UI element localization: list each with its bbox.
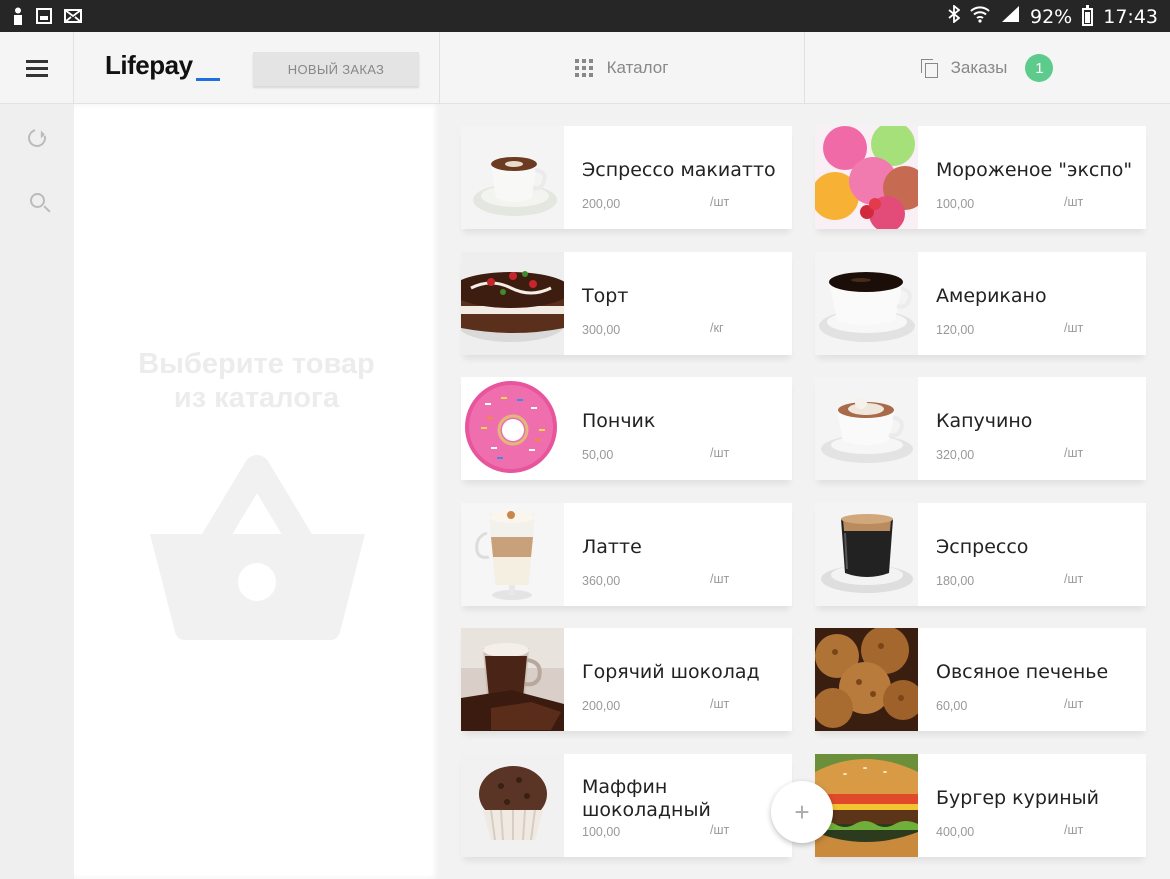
product-card[interactable]: Эспрессо 180,00 /шт	[815, 503, 1146, 606]
product-unit: /шт	[1064, 823, 1084, 837]
product-unit: /шт	[1064, 572, 1084, 586]
product-name: Маффин шоколадный	[582, 775, 711, 821]
product-unit: /шт	[1064, 321, 1084, 335]
product-name: Горячий шоколад	[582, 661, 760, 683]
product-card[interactable]: Овсяное печенье 60,00 /шт	[815, 628, 1146, 731]
clock: 17:43	[1103, 5, 1158, 28]
add-product-button[interactable]: +	[771, 781, 833, 843]
bluetooth-icon	[948, 4, 961, 28]
product-price: 300,00	[582, 323, 621, 337]
hot-chocolate-image	[461, 628, 564, 731]
product-card[interactable]: Мороженое "экспо" 100,00 /шт	[815, 126, 1146, 229]
product-name: Овсяное печенье	[936, 661, 1109, 683]
product-unit: /шт	[710, 572, 730, 586]
product-price: 180,00	[936, 574, 975, 588]
empty-message-line1: Выберите товар	[138, 348, 375, 380]
hamburger-icon	[25, 60, 48, 77]
product-unit: /шт	[1064, 195, 1084, 209]
oatmeal-cookies-image	[815, 628, 918, 731]
product-card[interactable]: Латте 360,00 /шт	[461, 503, 792, 606]
battery-icon	[1082, 4, 1094, 26]
logo: Lifepay	[105, 50, 193, 80]
product-card[interactable]: Эспрессо макиатто 200,00 /шт	[461, 126, 792, 229]
product-card[interactable]: Американо 120,00 /шт	[815, 252, 1146, 355]
product-unit: /шт	[710, 823, 730, 837]
product-price: 50,00	[582, 448, 614, 462]
product-card[interactable]: Бургер куриный 400,00 /шт	[815, 754, 1146, 857]
product-price: 200,00	[582, 699, 621, 713]
product-name: Эспрессо	[936, 536, 1029, 558]
product-name: Капучино	[936, 410, 1033, 432]
product-card[interactable]: Пончик 50,00 /шт	[461, 377, 792, 480]
product-name: Латте	[582, 536, 642, 558]
product-price: 100,00	[936, 197, 975, 211]
product-unit: /шт	[1064, 446, 1084, 460]
signal-icon	[1000, 5, 1020, 28]
cappuccino-image	[815, 377, 918, 480]
basket-icon	[150, 455, 365, 640]
tab-orders-label: Заказы	[950, 58, 1008, 77]
product-card[interactable]: Торт 300,00 /кг	[461, 252, 792, 355]
product-name: Мороженое "экспо"	[936, 159, 1133, 181]
product-unit: /кг	[710, 321, 724, 335]
product-name: Бургер куриный	[936, 787, 1100, 809]
catalog-grid: Эспрессо макиатто 200,00 /шт Мороженое "…	[439, 104, 1170, 879]
empty-message-line2: из каталога	[173, 382, 340, 414]
copy-icon	[920, 59, 938, 78]
product-price: 400,00	[936, 825, 975, 839]
orders-count-badge: 1	[1025, 54, 1054, 82]
product-name: Американо	[936, 285, 1047, 307]
logo-underscore	[196, 78, 220, 81]
chocolate-muffin-image	[461, 754, 564, 857]
product-card[interactable]: Горячий шоколад 200,00 /шт	[461, 628, 792, 731]
product-card[interactable]: Маффин шоколадный 100,00 /шт	[461, 754, 792, 857]
product-unit: /шт	[710, 697, 730, 711]
refresh-icon	[24, 125, 50, 151]
wifi-icon	[970, 5, 990, 28]
product-unit: /шт	[1064, 697, 1084, 711]
product-name: Пончик	[582, 410, 656, 432]
americano-image	[815, 252, 918, 355]
latte-image	[461, 503, 564, 606]
product-price: 360,00	[582, 574, 621, 588]
person-icon	[12, 7, 24, 30]
new-order-button[interactable]: НОВЫЙ ЗАКАЗ	[253, 52, 419, 86]
battery-percent: 92%	[1030, 5, 1073, 28]
empty-order-message: Выберите товар из каталога	[74, 347, 439, 415]
product-name: Эспрессо макиатто	[582, 159, 776, 181]
donut-image	[461, 377, 564, 480]
side-rail	[0, 104, 74, 879]
product-price: 100,00	[582, 825, 621, 839]
grid-icon	[574, 59, 593, 77]
product-price: 60,00	[936, 699, 968, 713]
search-icon	[29, 192, 45, 208]
espresso-image	[815, 503, 918, 606]
product-price: 320,00	[936, 448, 975, 462]
product-price: 120,00	[936, 323, 975, 337]
product-card[interactable]: Капучино 320,00 /шт	[815, 377, 1146, 480]
cake-image	[461, 252, 564, 355]
refresh-button[interactable]	[24, 125, 50, 151]
espresso-macchiato-image	[461, 126, 564, 229]
status-bar: 92% 17:43	[0, 0, 1170, 32]
tab-orders[interactable]: Заказы 1	[804, 32, 1170, 104]
order-panel: Выберите товар из каталога	[74, 104, 439, 879]
search-button[interactable]	[25, 188, 49, 212]
app-header: Lifepay НОВЫЙ ЗАКАЗ Каталог Заказы 1	[0, 32, 1170, 104]
ice-cream-image	[815, 126, 918, 229]
menu-button[interactable]	[0, 32, 74, 104]
mail-icon	[64, 9, 82, 28]
image-icon	[36, 8, 52, 29]
tab-catalog[interactable]: Каталог	[439, 32, 804, 104]
product-price: 200,00	[582, 197, 621, 211]
product-name: Торт	[582, 285, 629, 307]
product-unit: /шт	[710, 195, 730, 209]
product-unit: /шт	[710, 446, 730, 460]
tab-catalog-label: Каталог	[606, 58, 669, 77]
